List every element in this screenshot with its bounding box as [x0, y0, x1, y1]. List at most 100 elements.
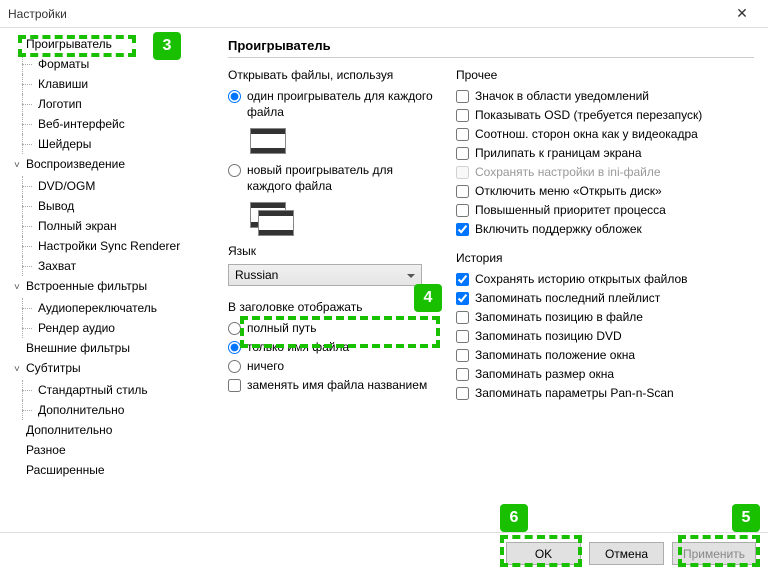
other-item[interactable]: Прилипать к границам экрана: [456, 145, 754, 161]
ok-button[interactable]: OK: [506, 542, 581, 565]
history-item[interactable]: Запоминать параметры Pan-n-Scan: [456, 385, 754, 401]
other-label: Прочее: [456, 68, 754, 82]
history-item[interactable]: Запоминать положение окна: [456, 347, 754, 363]
tree-item[interactable]: Логотип: [6, 94, 213, 114]
titlebar-label: В заголовке отображать: [228, 300, 438, 314]
tree-item-label: Полный экран: [38, 219, 117, 233]
tree-item[interactable]: ˅Встроенные фильтры: [6, 276, 213, 298]
checkbox[interactable]: [456, 147, 469, 160]
other-item[interactable]: Повышенный приоритет процесса: [456, 202, 754, 218]
tree-item-label: Проигрыватель: [26, 37, 112, 51]
history-item[interactable]: Запоминать последний плейлист: [456, 290, 754, 306]
checkbox[interactable]: [456, 273, 469, 286]
title-full-path[interactable]: полный путь: [228, 320, 438, 336]
open-mode-multi[interactable]: новый проигрыватель для каждого файла: [228, 162, 438, 194]
other-item[interactable]: Включить поддержку обложек: [456, 221, 754, 237]
tree-item[interactable]: Вывод: [6, 196, 213, 216]
other-item[interactable]: Отключить меню «Открыть диск»: [456, 183, 754, 199]
tree-item-label: Разное: [26, 443, 66, 457]
checkbox-replace-filename[interactable]: [228, 379, 241, 392]
checkbox[interactable]: [456, 185, 469, 198]
checkbox[interactable]: [456, 292, 469, 305]
checkbox[interactable]: [456, 204, 469, 217]
tree-item[interactable]: ˅Субтитры: [6, 358, 213, 380]
window-title: Настройки: [8, 7, 724, 21]
checkbox[interactable]: [456, 109, 469, 122]
radio-nothing[interactable]: [228, 360, 241, 373]
tree-item[interactable]: Клавиши: [6, 74, 213, 94]
tree-item[interactable]: Внешние фильтры: [6, 338, 213, 358]
checkbox[interactable]: [456, 387, 469, 400]
radio-multi-player[interactable]: [228, 164, 241, 177]
tree-item[interactable]: Полный экран: [6, 216, 213, 236]
checkbox: [456, 166, 469, 179]
single-player-icon: [250, 128, 286, 154]
tree-item[interactable]: Дополнительно: [6, 420, 213, 440]
tree-item-label: Захват: [38, 259, 76, 273]
tree-item[interactable]: Аудиопереключатель: [6, 298, 213, 318]
multi-player-icon: [250, 202, 294, 236]
content-panel: Проигрыватель Открывать файлы, используя…: [214, 28, 768, 532]
open-mode-single[interactable]: один проигрыватель для каждого файла: [228, 88, 438, 120]
radio-single-player[interactable]: [228, 90, 241, 103]
tree-item-label: Встроенные фильтры: [26, 279, 147, 293]
other-item: Сохранять настройки в ini-файле: [456, 164, 754, 180]
language-label: Язык: [228, 244, 438, 258]
tree-item-label: Расширенные: [26, 463, 105, 477]
other-item[interactable]: Значок в области уведомлений: [456, 88, 754, 104]
tree-item[interactable]: DVD/OGM: [6, 176, 213, 196]
expander-icon[interactable]: ˅: [14, 156, 26, 176]
history-label: История: [456, 251, 754, 265]
language-dropdown[interactable]: Russian: [228, 264, 422, 286]
tree-item[interactable]: Разное: [6, 440, 213, 460]
tree-item-label: Шейдеры: [38, 137, 91, 151]
open-files-label: Открывать файлы, используя: [228, 68, 438, 82]
tree-item-label: Вывод: [38, 199, 74, 213]
tree-item[interactable]: Рендер аудио: [6, 318, 213, 338]
radio-full-path[interactable]: [228, 322, 241, 335]
tree-item[interactable]: Шейдеры: [6, 134, 213, 154]
history-item[interactable]: Запоминать размер окна: [456, 366, 754, 382]
title-nothing[interactable]: ничего: [228, 358, 438, 374]
checkbox[interactable]: [456, 311, 469, 324]
apply-button[interactable]: Применить: [672, 542, 756, 565]
replace-filename[interactable]: заменять имя файла названием: [228, 377, 438, 393]
tree-item[interactable]: Стандартный стиль: [6, 380, 213, 400]
tree-item[interactable]: Расширенные: [6, 460, 213, 480]
expander-icon[interactable]: ˅: [14, 360, 26, 380]
checkbox[interactable]: [456, 330, 469, 343]
tree-item[interactable]: Форматы: [6, 54, 213, 74]
tree-item[interactable]: Захват: [6, 256, 213, 276]
panel-title: Проигрыватель: [228, 38, 754, 58]
tree-item-label: DVD/OGM: [38, 179, 95, 193]
expander-icon[interactable]: ˅: [14, 278, 26, 298]
history-item[interactable]: Сохранять историю открытых файлов: [456, 271, 754, 287]
checkbox[interactable]: [456, 90, 469, 103]
tree-item-label: Дополнительно: [26, 423, 112, 437]
tree-item-label: Логотип: [38, 97, 82, 111]
settings-tree: Проигрыватель Форматы Клавиши Логотип Веб-ин…: [6, 34, 213, 480]
history-item[interactable]: Запоминать позицию в файле: [456, 309, 754, 325]
close-button[interactable]: ✕: [724, 2, 760, 26]
tree-item[interactable]: Настройки Sync Renderer: [6, 236, 213, 256]
checkbox[interactable]: [456, 128, 469, 141]
other-item[interactable]: Показывать OSD (требуется перезапуск): [456, 107, 754, 123]
tree-item[interactable]: Дополнительно: [6, 400, 213, 420]
radio-filename-only[interactable]: [228, 341, 241, 354]
checkbox[interactable]: [456, 223, 469, 236]
checkbox[interactable]: [456, 368, 469, 381]
title-filename-only[interactable]: только имя файла: [228, 339, 438, 355]
history-item[interactable]: Запоминать позицию DVD: [456, 328, 754, 344]
tree-item-label: Клавиши: [38, 77, 88, 91]
tree-item[interactable]: Проигрыватель: [6, 34, 213, 54]
tree-item-label: Внешние фильтры: [26, 341, 130, 355]
titlebar: Настройки ✕: [0, 0, 768, 28]
tree-item[interactable]: ˅Воспроизведение: [6, 154, 213, 176]
tree-item-label: Стандартный стиль: [38, 383, 148, 397]
other-item[interactable]: Соотнош. сторон окна как у видеокадра: [456, 126, 754, 142]
tree-item-label: Аудиопереключатель: [38, 301, 157, 315]
checkbox[interactable]: [456, 349, 469, 362]
tree-item-label: Форматы: [38, 57, 89, 71]
tree-item[interactable]: Веб-интерфейс: [6, 114, 213, 134]
cancel-button[interactable]: Отмена: [589, 542, 664, 565]
